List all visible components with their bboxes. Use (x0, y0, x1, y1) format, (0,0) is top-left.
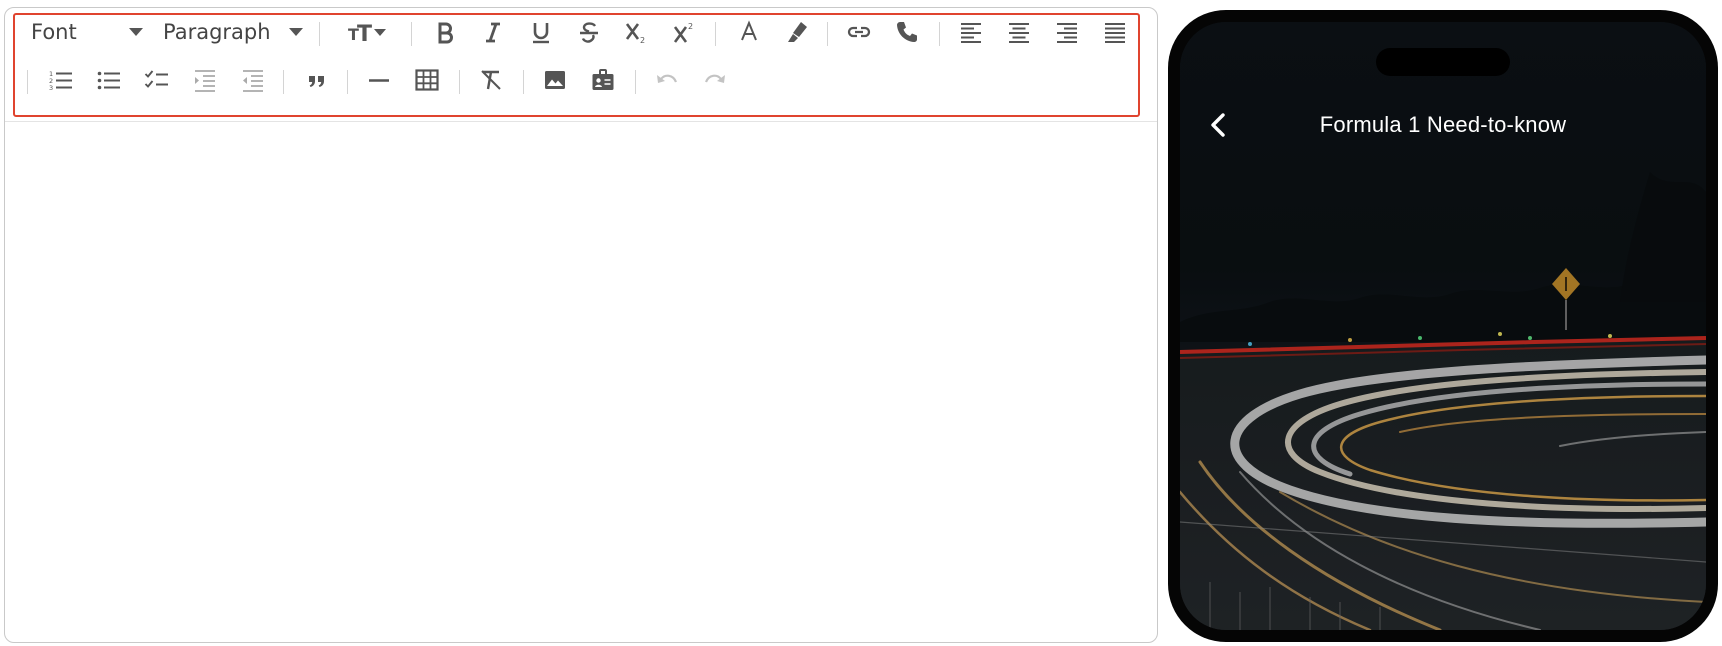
strikethrough-button[interactable] (573, 16, 605, 48)
toolbar-separator (939, 22, 940, 46)
font-select-label: Font (31, 20, 77, 44)
bullet-list-icon (97, 71, 120, 90)
chevron-down-icon (129, 28, 143, 36)
toolbar-separator (319, 22, 320, 46)
ordered-list-button[interactable]: 1 2 3 (45, 64, 77, 96)
svg-text:T: T (357, 22, 372, 45)
rich-text-editor: Font Paragraph T T 2 2 1 2 3 (4, 7, 1158, 643)
link-button[interactable] (843, 16, 875, 48)
font-size-button[interactable]: T T (343, 16, 391, 48)
toolbar-separator (27, 70, 28, 94)
underline-icon (533, 23, 549, 44)
table-button[interactable] (411, 64, 443, 96)
phone-notch (1376, 48, 1510, 76)
redo-button[interactable] (699, 64, 731, 96)
italic-button[interactable] (477, 16, 509, 48)
paragraph-select[interactable]: Paragraph (163, 16, 303, 48)
italic-icon (486, 22, 500, 43)
highlight-button[interactable] (781, 16, 813, 48)
blockquote-button[interactable] (301, 64, 333, 96)
align-justify-icon (1105, 23, 1125, 43)
superscript-button[interactable]: 2 (669, 16, 701, 48)
align-left-icon (961, 23, 981, 43)
contact-card-button[interactable] (587, 64, 619, 96)
toolbar-separator (347, 70, 348, 94)
toolbar-row-2: 1 2 3 (5, 60, 1157, 100)
bold-button[interactable] (429, 16, 461, 48)
toolbar-separator (827, 22, 828, 46)
horizontal-line-icon (369, 79, 389, 82)
phone-link-button[interactable] (891, 16, 923, 48)
checklist-icon (144, 70, 168, 88)
align-right-icon (1057, 23, 1077, 43)
link-icon (847, 26, 871, 38)
toolbar-separator (283, 70, 284, 94)
phone-preview: Formula 1 Need-to-know (1168, 10, 1718, 642)
bullet-list-button[interactable] (93, 64, 125, 96)
clear-format-icon (481, 70, 501, 90)
superscript-icon: 2 (673, 22, 693, 43)
toolbar-row-1: Font Paragraph T T 2 2 (5, 12, 1157, 52)
font-size-icon: T T (348, 22, 386, 45)
font-color-icon (741, 20, 757, 41)
toolbar-separator (523, 70, 524, 94)
image-button[interactable] (539, 64, 571, 96)
align-left-button[interactable] (955, 16, 987, 48)
checklist-button[interactable] (141, 64, 173, 96)
subscript-icon: 2 (625, 23, 645, 45)
svg-text:2: 2 (688, 22, 693, 31)
undo-button[interactable] (651, 64, 683, 96)
strikethrough-icon (580, 22, 598, 43)
clear-format-button[interactable] (475, 64, 507, 96)
toolbar-divider (5, 121, 1157, 122)
align-justify-button[interactable] (1099, 16, 1131, 48)
highlighter-icon (788, 22, 807, 42)
chevron-down-icon (289, 28, 303, 36)
font-color-button[interactable] (733, 16, 765, 48)
underline-button[interactable] (525, 16, 557, 48)
redo-icon (704, 74, 725, 83)
subscript-button[interactable]: 2 (621, 16, 653, 48)
align-right-button[interactable] (1051, 16, 1083, 48)
toolbar-separator (715, 22, 716, 46)
toolbar-separator (635, 70, 636, 94)
editor-content-area[interactable] (5, 123, 1157, 642)
undo-icon (657, 74, 678, 83)
align-center-button[interactable] (1003, 16, 1035, 48)
indent-icon (195, 70, 215, 92)
quote-icon (309, 76, 324, 87)
align-center-icon (1009, 23, 1029, 43)
toolbar-separator (411, 22, 412, 46)
phone-icon (897, 22, 917, 42)
outdent-icon (243, 70, 263, 92)
phone-page-title: Formula 1 Need-to-know (1319, 112, 1567, 137)
indent-button[interactable] (189, 64, 221, 96)
contact-card-icon (592, 69, 614, 90)
ordered-list-icon: 1 2 3 (49, 70, 72, 92)
svg-text:2: 2 (640, 36, 645, 45)
bold-icon (438, 22, 453, 44)
table-icon (415, 69, 439, 91)
horizontal-rule-button[interactable] (363, 64, 395, 96)
toolbar-separator (459, 70, 460, 94)
paragraph-select-label: Paragraph (163, 20, 271, 44)
phone-screen: Formula 1 Need-to-know (1180, 22, 1706, 630)
font-select[interactable]: Font (31, 16, 143, 48)
outdent-button[interactable] (237, 64, 269, 96)
svg-text:3: 3 (49, 84, 53, 92)
image-icon (545, 71, 565, 89)
